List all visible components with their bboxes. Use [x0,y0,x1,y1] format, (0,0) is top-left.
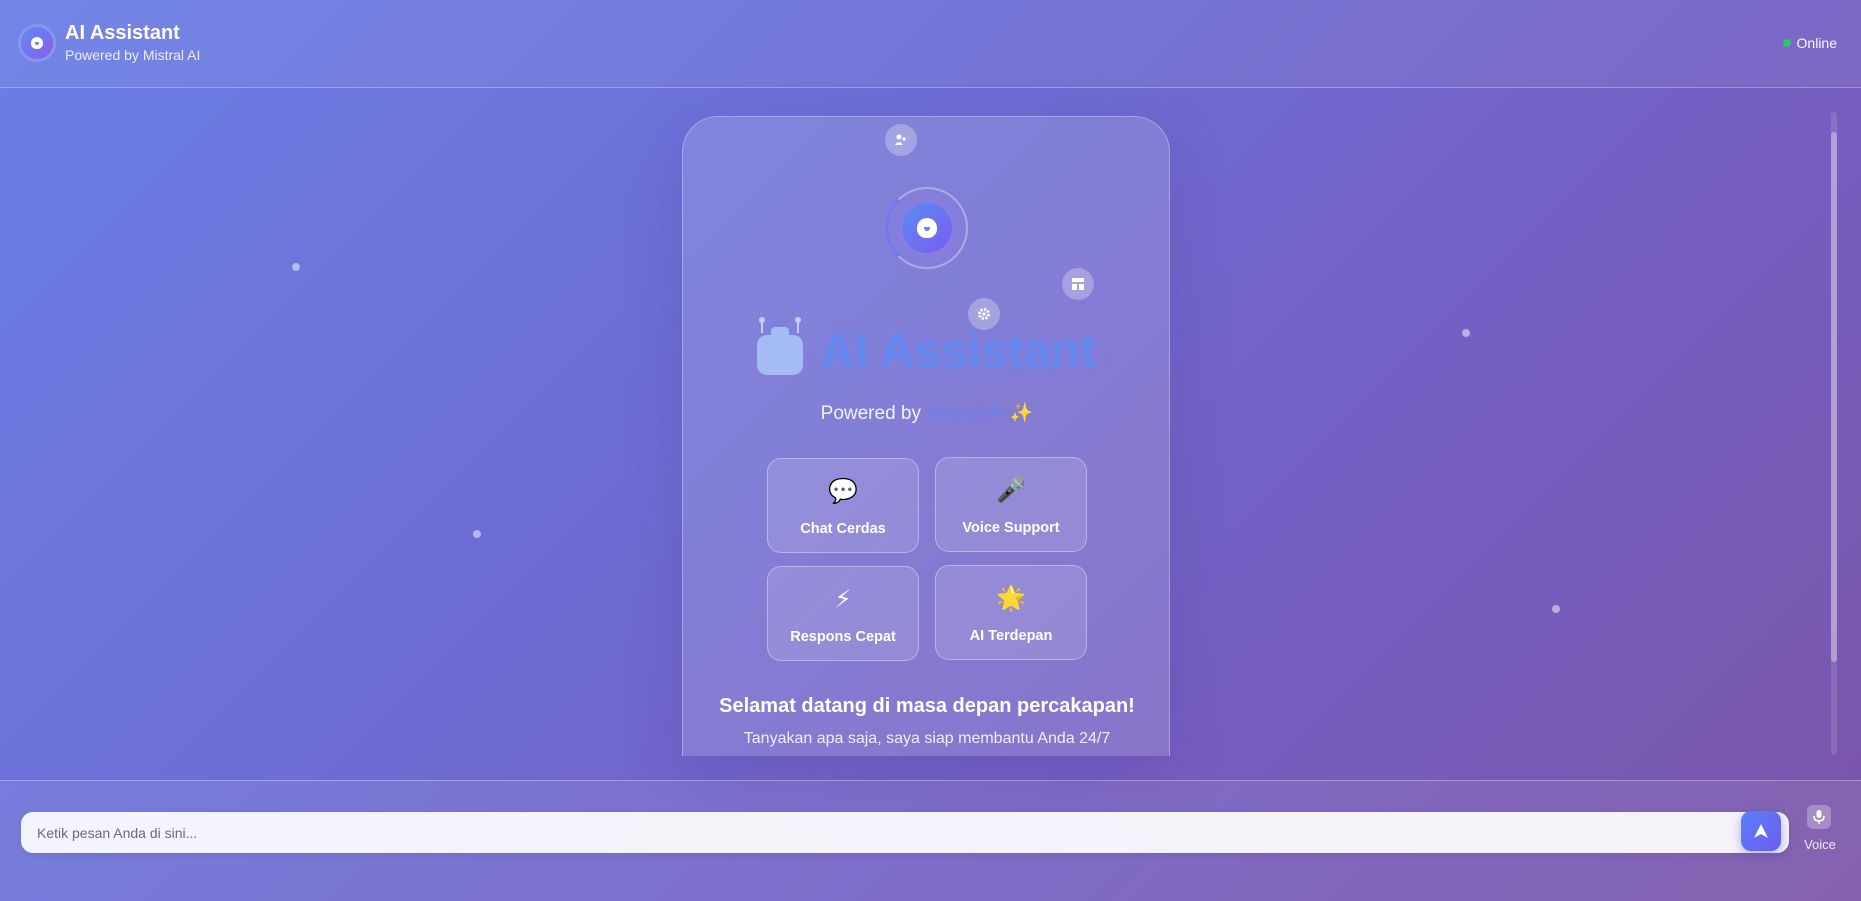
scrollbar-thumb[interactable] [1831,132,1837,662]
powered-prefix: Powered by [820,403,921,424]
app-subtitle: Powered by Mistral AI [65,47,201,63]
voice-label[interactable]: Voice [1795,837,1845,852]
floating-dot [292,263,300,271]
feature-label: AI Terdepan [969,628,1053,644]
chat-scrollbar[interactable] [1831,112,1837,755]
app-title: AI Assistant [65,22,180,44]
feature-respons-cepat: ⚡ Respons Cepat [767,566,919,661]
send-arrow-icon [1754,824,1768,838]
welcome-title: Selamat datang di masa depan percakapan! [719,695,1135,717]
voice-button[interactable] [1807,805,1831,829]
feature-label: Respons Cepat [790,629,896,645]
hero-title-text: AI Assistant [820,325,1096,378]
floating-dot [1552,605,1560,613]
hero-title: AI Assistant [683,324,1171,379]
users-icon [885,124,917,156]
floating-dot [1462,329,1470,337]
feature-chat-cerdas: 💬 Chat Cerdas [767,458,919,553]
top-header: AI Assistant Powered by Mistral AI Onlin… [0,0,1861,88]
feature-label: Chat Cerdas [800,521,886,537]
powered-by-line: Powered by Mistral AI ✨ [683,401,1171,425]
status-dot-icon [1782,39,1791,47]
layout-icon [1062,268,1094,300]
powered-brand: Mistral AI [926,403,1005,424]
feature-ai-terdepan: 🌟 AI Terdepan [935,565,1087,660]
floating-dot [473,530,481,538]
feature-voice-support: 🎤 Voice Support [935,457,1087,552]
assistant-logo-icon [21,27,53,59]
sparkle-icon: ✨ [1009,403,1034,424]
microphone-icon: 🎤 [996,477,1026,504]
lightning-icon: ⚡ [834,586,852,613]
send-button[interactable] [1741,811,1781,851]
message-input[interactable] [21,812,1741,853]
chat-bubble-icon: 💬 [828,478,858,505]
status-label: Online [1796,35,1837,51]
composer-bar [0,780,1861,901]
feature-label: Voice Support [962,520,1060,536]
microphone-icon [1813,810,1825,824]
online-status: Online [1782,35,1837,51]
welcome-subtitle: Tanyakan apa saja, saya siap membantu An… [743,730,1111,747]
star-icon: 🌟 [996,585,1026,612]
message-input-wrapper [21,812,1789,853]
hero-robot-icon [902,203,952,253]
welcome-card: AI Assistant Powered by Mistral AI ✨ 💬 C… [682,116,1170,756]
